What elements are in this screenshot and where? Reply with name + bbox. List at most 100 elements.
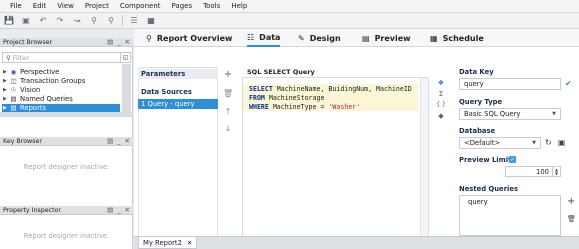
menu-tools[interactable]: Tools (203, 2, 220, 10)
tab-design[interactable]: ✎ Design (298, 29, 341, 47)
document-tab-my-report2[interactable]: My Report2 ✕ (138, 237, 198, 249)
reports-icon: ▤ (10, 104, 17, 112)
save-icon[interactable]: 💾 (3, 15, 15, 27)
tree-item-reports[interactable]: ▶ ▤ Reports (2, 104, 120, 112)
filter-options-icon[interactable]: ◱ (120, 53, 130, 62)
close-icon[interactable]: ✕ (125, 38, 130, 46)
tree-item-transaction-groups[interactable]: ▶ ◫ Transaction Groups (3, 77, 85, 85)
menu-view[interactable]: View (57, 2, 74, 10)
data-source-item[interactable]: 1 Query - query (138, 99, 218, 109)
valid-check-icon: ✔ (565, 79, 572, 88)
sql-line-2: FROM MachineStorage (249, 94, 325, 102)
transaction-groups-icon: ◫ (10, 77, 17, 85)
arrow-up-icon[interactable]: ↑ (223, 107, 233, 116)
braces-icon[interactable]: { } (436, 101, 446, 108)
menu-component[interactable]: Component (120, 2, 161, 10)
sigma-icon[interactable]: Σ (436, 90, 446, 98)
data-key-field[interactable]: query (459, 78, 561, 90)
property-inspector-header: Property Inspector ▤ _ ✕ (0, 206, 133, 215)
project-browser-hscrollbar[interactable] (0, 112, 133, 117)
query-type-label: Query Type (459, 98, 503, 106)
key-browser-title: Key Browser (3, 137, 42, 145)
report-overview-icon: ⚲ (146, 33, 152, 43)
sql-line-3: WHERE MachineType = 'Washer' (249, 103, 361, 111)
vision-icon: ☉ (10, 86, 17, 94)
add-icon[interactable]: + (567, 196, 575, 207)
project-browser-title: Project Browser (3, 38, 53, 46)
merge-icon[interactable]: ↝ (71, 15, 83, 27)
project-browser-scrollbar[interactable] (122, 64, 131, 112)
search-icon: ⚲ (6, 53, 11, 62)
tree-item-perspective[interactable]: ▶ ◉ Perspective (3, 68, 59, 76)
tab-data[interactable]: ☷ Data (247, 29, 281, 47)
nested-queries-list[interactable]: query (459, 195, 561, 236)
grid-icon[interactable]: ▦ (145, 15, 157, 27)
preview-limit-label: Preview Limit (459, 156, 512, 164)
redo-icon[interactable]: ↷ (54, 15, 66, 27)
float-icon[interactable]: ▤ (107, 206, 113, 214)
trash-icon[interactable]: 🗑 (223, 89, 233, 98)
menu-edit[interactable]: Edit (33, 2, 47, 10)
sql-editor[interactable]: SELECT MachineName, BuidingNum, MachineI… (242, 77, 429, 249)
property-inspector-message: Report designer inactive. (23, 232, 110, 240)
float-icon[interactable]: ▤ (107, 38, 113, 46)
document-tabs: My Report2 ✕ (134, 236, 579, 249)
preview-limit-checkbox[interactable]: ✓ (509, 156, 516, 163)
database-label: Database (459, 127, 496, 135)
save-all-icon[interactable]: ▣ (20, 15, 32, 27)
design-icon: ✎ (298, 33, 305, 43)
float-icon[interactable]: ▤ (107, 137, 113, 145)
database-select[interactable]: <Default> ▼ (459, 137, 541, 149)
tree-item-named-queries[interactable]: ▶ ▤ Named Queries (3, 95, 73, 103)
main-toolbar: 💾 ▣ ↶ ↷ ↝ ⚲ ⚲ ☰ ▦ (0, 13, 579, 29)
refresh-icon[interactable]: ↻ (545, 138, 552, 147)
preview-icon: ▤ (362, 33, 370, 43)
menu-file[interactable]: File (10, 2, 22, 10)
tab-preview[interactable]: ▤ Preview (362, 29, 411, 47)
tab-report-overview[interactable]: ⚲ Report Overview (146, 29, 232, 47)
data-sources-header: Data Sources (141, 88, 192, 96)
query-type-select[interactable]: Basic SQL Query ▼ (459, 108, 561, 120)
parameters-header[interactable]: Parameters (138, 69, 218, 79)
minimize-icon[interactable]: _ (117, 137, 120, 145)
spinner-arrows-icon[interactable]: ▲ ▼ (552, 167, 560, 176)
data-icon: ☷ (247, 32, 255, 42)
tag-label-icon[interactable]: ◆ (436, 112, 446, 120)
lock-icon[interactable]: ⚲ (88, 15, 100, 27)
editor-vscrollbar[interactable] (420, 78, 428, 249)
menu-help[interactable]: Help (231, 2, 247, 10)
close-icon[interactable]: ✕ (125, 206, 130, 214)
tab-schedule[interactable]: ▦ Schedule (430, 29, 484, 47)
perspective-icon: ◉ (10, 68, 17, 76)
undo-icon[interactable]: ↶ (37, 15, 49, 27)
query-properties: Data Key query ✔ Query Type Basic SQL Qu… (452, 67, 579, 249)
database-config-icon[interactable]: ▣ (558, 138, 566, 147)
report-workspace: ⚲ Report Overview ☷ Data ✎ Design ▤ Prev… (134, 29, 579, 249)
nested-query-item[interactable]: query (468, 198, 488, 206)
toolbar-divider (122, 15, 123, 26)
left-dock: Project Browser ▤ _ ✕ ⚲ Filter ◱ ▶ ◉ Persp… (0, 38, 133, 249)
chevron-down-icon: ▼ (532, 140, 536, 146)
tree-item-vision[interactable]: ▶ ☉ Vision (3, 86, 40, 94)
minimize-icon[interactable]: _ (117, 38, 120, 46)
unlock-icon[interactable]: ⚲ (105, 15, 117, 27)
minimize-icon[interactable]: _ (117, 206, 120, 214)
close-icon[interactable]: ✕ (125, 137, 130, 145)
menu-project[interactable]: Project (85, 2, 109, 10)
stack-icon[interactable]: ☰ (128, 15, 140, 27)
data-key-label: Data Key (459, 68, 494, 76)
filter-input[interactable]: ⚲ Filter ◱ (2, 52, 131, 63)
key-browser-header: Key Browser ▤ _ ✕ (0, 137, 133, 146)
key-browser-message: Report designer inactive. (23, 163, 110, 171)
report-tabs: ⚲ Report Overview ☷ Data ✎ Design ▤ Prev… (134, 29, 579, 47)
trash-icon[interactable]: 🗑 (567, 215, 576, 223)
preview-limit-spinner[interactable]: 100 ▲ ▼ (505, 166, 561, 177)
close-icon[interactable]: ✕ (187, 239, 192, 247)
arrow-down-icon[interactable]: ↓ (223, 124, 233, 133)
schedule-icon: ▦ (430, 33, 438, 43)
sql-query-title: SQL SELECT Query (247, 68, 315, 76)
property-inspector-title: Property Inspector (3, 206, 62, 214)
menu-pages[interactable]: Pages (172, 2, 193, 10)
tag-icon[interactable]: ❖ (436, 79, 446, 87)
add-icon[interactable]: + (223, 69, 233, 80)
